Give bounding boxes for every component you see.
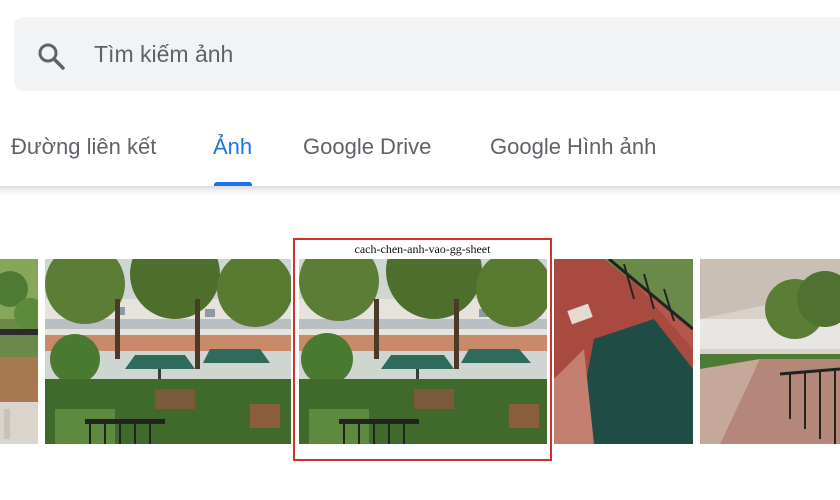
tabs-shadow: [0, 190, 840, 196]
source-tabs: Đường liên kết Ảnh Google Drive Google H…: [0, 110, 840, 186]
photo-thumbnail-5[interactable]: [700, 259, 840, 444]
photo-thumbnail-1[interactable]: [0, 259, 38, 444]
search-icon: [38, 43, 65, 70]
photo-thumbnail-4[interactable]: [554, 259, 693, 444]
search-input[interactable]: [94, 17, 694, 91]
photo-thumbnail-selected[interactable]: [299, 259, 547, 444]
selected-photo-caption: cach-chen-anh-vao-gg-sheet: [354, 242, 491, 256]
tab-google-drive[interactable]: Google Drive: [303, 134, 431, 160]
tab-google-images[interactable]: Google Hình ảnh: [490, 134, 656, 160]
tab-photos[interactable]: Ảnh: [213, 134, 252, 160]
photo-thumbnail-2[interactable]: [45, 259, 291, 444]
tab-links[interactable]: Đường liên kết: [11, 134, 156, 160]
search-bar[interactable]: [14, 17, 840, 91]
